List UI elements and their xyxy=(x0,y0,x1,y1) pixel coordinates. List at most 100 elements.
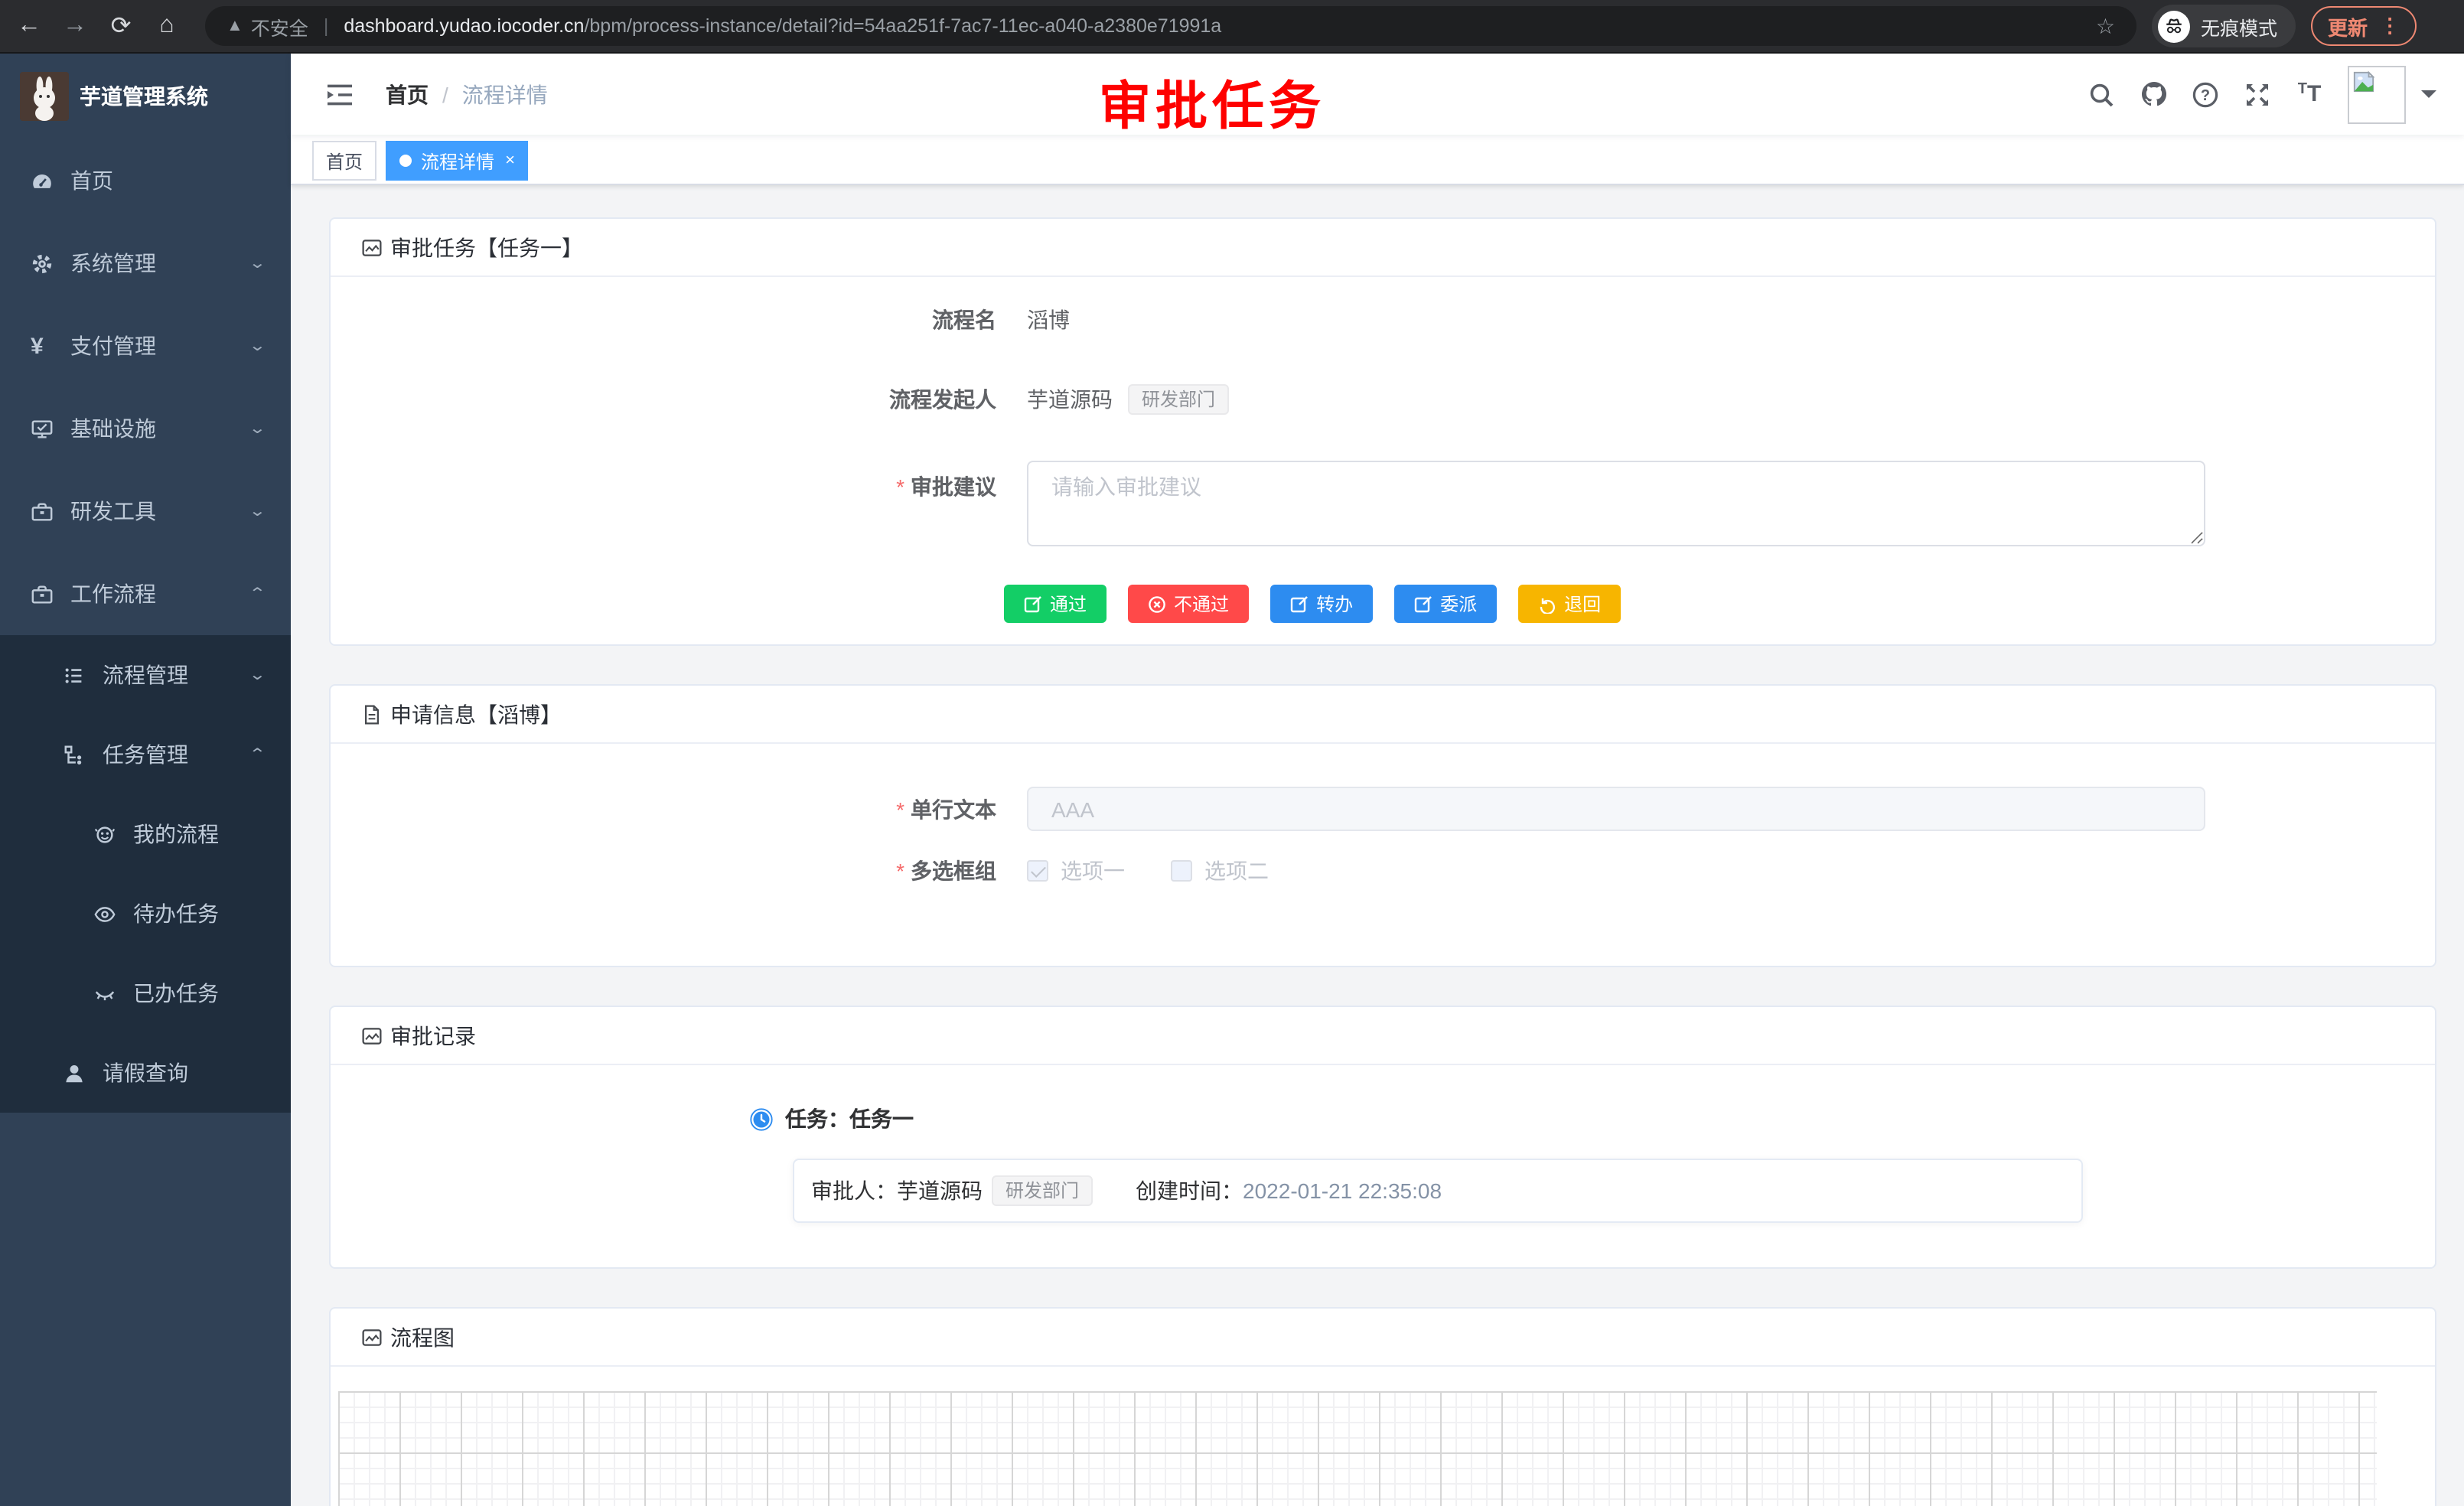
sidebar-item-task-mgmt[interactable]: 任务管理 ⌃ xyxy=(0,715,291,794)
update-label[interactable]: 更新 xyxy=(2328,11,2368,41)
approval-record-item: 审批人：芋道源码 研发部门 创建时间： 2022-01-21 22:35:08 xyxy=(793,1159,2083,1223)
single-text-input[interactable] xyxy=(1027,787,2205,831)
bpmn-canvas[interactable] xyxy=(338,1391,2377,1506)
browser-home-icon[interactable]: ⌂ xyxy=(144,12,190,40)
gear-icon xyxy=(31,252,54,275)
card-title: 审批记录 xyxy=(390,1020,476,1051)
suggest-textarea[interactable] xyxy=(1027,461,2205,546)
chevron-down-icon: ⌄ xyxy=(248,503,266,520)
avatar[interactable] xyxy=(2348,65,2406,123)
card-title: 申请信息【滔博】 xyxy=(390,699,562,729)
incognito-label: 无痕模式 xyxy=(2201,11,2277,41)
eye-open-icon xyxy=(93,902,116,925)
clock-icon xyxy=(750,1107,773,1130)
picture-icon xyxy=(361,236,383,258)
document-icon xyxy=(361,703,383,725)
user-icon xyxy=(63,1061,86,1084)
browser-reload-icon[interactable]: ⟳ xyxy=(98,11,144,41)
chevron-down-icon: ⌄ xyxy=(248,255,266,272)
created-value: 2022-01-21 22:35:08 xyxy=(1243,1178,1442,1203)
chevron-up-icon: ⌃ xyxy=(248,585,266,602)
approver-value: 芋道源码 xyxy=(897,1175,983,1206)
sidebar-item-done-tasks[interactable]: 已办任务 xyxy=(0,953,291,1033)
help-icon[interactable]: ? xyxy=(2179,80,2231,108)
sidebar-toggle-icon[interactable] xyxy=(326,82,354,106)
dept-tag: 研发部门 xyxy=(992,1175,1093,1206)
font-size-icon[interactable]: TT xyxy=(2283,81,2335,107)
process-name-label: 流程名 xyxy=(361,305,1027,335)
sidebar-item-label: 已办任务 xyxy=(133,978,219,1009)
sidebar-item-label: 支付管理 xyxy=(70,331,156,361)
browser-chrome: ← → ⟳ ⌂ ▲ 不安全 | dashboard.yudao.iocoder.… xyxy=(0,0,2464,54)
sidebar-item-leave-query[interactable]: 请假查询 xyxy=(0,1033,291,1113)
checkbox-option1-label: 选项一 xyxy=(1061,856,1125,886)
single-text-label: 单行文本 xyxy=(361,794,1027,824)
checkbox-group-label: 多选框组 xyxy=(361,856,1027,886)
browser-back-icon[interactable]: ← xyxy=(6,12,52,40)
tab-close-icon[interactable]: × xyxy=(505,152,515,169)
approve-buttons-row: 通过 不通过 转办 委 xyxy=(1004,585,2404,623)
approve-button[interactable]: 通过 xyxy=(1004,585,1107,623)
process-starter-label: 流程发起人 xyxy=(361,384,1027,415)
process-name-value: 滔博 xyxy=(1027,305,1070,335)
tags-view-bar: 首页 流程详情 × xyxy=(291,135,2464,185)
url-bar[interactable]: ▲ 不安全 | dashboard.yudao.iocoder.cn/bpm/p… xyxy=(205,6,2136,46)
people-icon xyxy=(93,823,116,846)
approver-label: 审批人： xyxy=(811,1175,897,1206)
github-icon[interactable] xyxy=(2127,80,2179,109)
tab-active-dot xyxy=(399,155,412,167)
sidebar-item-label: 流程管理 xyxy=(103,660,188,690)
yen-icon: ¥ xyxy=(31,334,54,357)
suggest-row: 审批建议 xyxy=(361,461,2404,546)
search-icon[interactable] xyxy=(2075,80,2127,108)
breadcrumb: 首页 / 流程详情 xyxy=(386,79,548,109)
breadcrumb-home[interactable]: 首页 xyxy=(386,79,429,109)
tab-home[interactable]: 首页 xyxy=(312,141,376,181)
sidebar-item-label: 我的流程 xyxy=(133,819,219,849)
timeline-task-row: 任务：任务一 xyxy=(750,1103,2404,1134)
avatar-caret-icon[interactable] xyxy=(2421,90,2436,105)
monitor-icon xyxy=(31,417,54,440)
sidebar-item-process-mgmt[interactable]: 流程管理 ⌄ xyxy=(0,635,291,715)
sidebar-item-my-process[interactable]: 我的流程 xyxy=(0,794,291,874)
sidebar-item-workflow[interactable]: 工作流程 ⌃ xyxy=(0,553,291,635)
checkbox-option2-label: 选项二 xyxy=(1204,856,1269,886)
apply-info-card-header: 申请信息【滔博】 xyxy=(331,686,2435,744)
process-diagram-card-header: 流程图 xyxy=(331,1309,2435,1367)
sidebar-item-label: 首页 xyxy=(70,165,113,196)
reject-button[interactable]: 不通过 xyxy=(1128,585,1249,623)
single-text-row: 单行文本 xyxy=(361,787,2404,831)
url-separator: | xyxy=(324,15,329,37)
fullscreen-icon[interactable] xyxy=(2231,80,2283,108)
process-starter-row: 流程发起人 芋道源码 研发部门 xyxy=(361,384,2404,415)
approve-task-card: 审批任务【任务一】 流程名 滔博 流程发起人 芋道源码 研发部门 xyxy=(329,217,2436,646)
sidebar-item-label: 研发工具 xyxy=(70,496,156,526)
tab-label: 首页 xyxy=(326,148,363,174)
transfer-button[interactable]: 转办 xyxy=(1270,585,1373,623)
browser-menu-icon[interactable]: ⋮ xyxy=(2380,14,2400,38)
sidebar-item-devtools[interactable]: 研发工具 ⌄ xyxy=(0,470,291,553)
tab-process-detail[interactable]: 流程详情 × xyxy=(386,141,529,181)
return-button[interactable]: 退回 xyxy=(1518,585,1621,623)
sidebar-item-payment[interactable]: ¥ 支付管理 ⌄ xyxy=(0,305,291,387)
process-diagram-card: 流程图 xyxy=(329,1307,2436,1506)
browser-forward-icon[interactable]: → xyxy=(52,12,98,40)
sidebar-item-home[interactable]: 首页 xyxy=(0,139,291,222)
checkbox-option1[interactable] xyxy=(1027,860,1048,882)
sidebar-item-todo-tasks[interactable]: 待办任务 xyxy=(0,874,291,953)
sidebar-logo[interactable]: 芋道管理系统 xyxy=(0,54,291,139)
dashboard-icon xyxy=(31,169,54,192)
incognito-icon xyxy=(2158,10,2190,42)
sidebar-item-label: 工作流程 xyxy=(70,579,156,609)
apply-info-card: 申请信息【滔博】 单行文本 多选框组 选项一 xyxy=(329,684,2436,967)
incognito-badge: 无痕模式 xyxy=(2152,5,2296,47)
briefcase-icon xyxy=(31,582,54,605)
browser-update-button[interactable]: 更新 ⋮ xyxy=(2311,6,2417,46)
bookmark-star-icon[interactable]: ☆ xyxy=(2096,13,2115,39)
sidebar-item-system[interactable]: 系统管理 ⌄ xyxy=(0,222,291,305)
delegate-button[interactable]: 委派 xyxy=(1394,585,1497,623)
checkbox-option2[interactable] xyxy=(1171,860,1192,882)
card-title: 审批任务【任务一】 xyxy=(390,232,583,262)
sidebar-item-label: 系统管理 xyxy=(70,248,156,279)
sidebar-item-infra[interactable]: 基础设施 ⌄ xyxy=(0,387,291,470)
